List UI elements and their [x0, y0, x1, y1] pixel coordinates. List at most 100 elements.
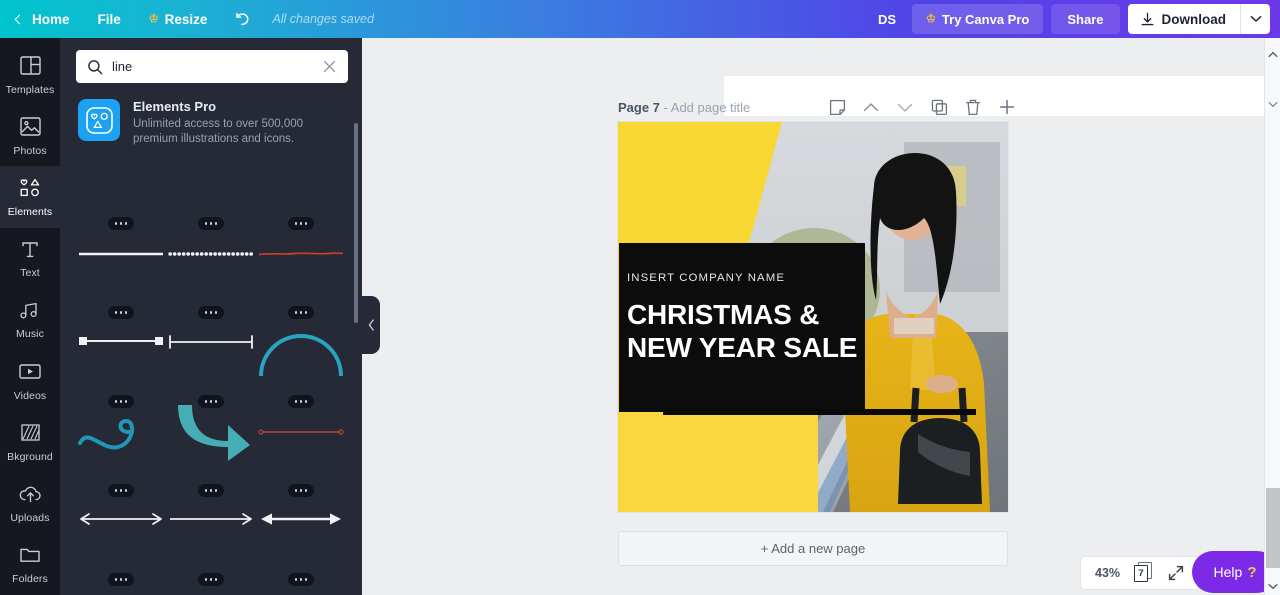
sidebar-label: Templates — [5, 83, 55, 96]
search-input[interactable] — [112, 59, 312, 74]
search-box[interactable] — [76, 50, 348, 83]
top-toolbar: Home File ♔ Resize All changes saved DS … — [0, 0, 1280, 38]
element-thumbnail — [168, 245, 254, 263]
page-count-button[interactable]: 7 — [1134, 561, 1153, 583]
element-thumbnail — [78, 512, 164, 531]
zoom-level[interactable]: 43% — [1095, 566, 1120, 580]
sidebar-label: Videos — [13, 389, 47, 402]
scroll-up-icon[interactable] — [1265, 46, 1280, 62]
move-down-icon[interactable] — [896, 98, 914, 116]
elements-pro-icon — [78, 99, 120, 141]
element-right-arrow-line[interactable] — [166, 460, 256, 549]
download-button[interactable]: Download — [1127, 4, 1240, 34]
sidebar-item-videos[interactable]: Videos — [0, 350, 60, 411]
more-options-button[interactable] — [198, 306, 224, 319]
undo-arrow-icon — [236, 12, 249, 25]
help-question-icon: ? — [1247, 563, 1257, 581]
sidebar-item-folders[interactable]: Folders — [0, 534, 60, 595]
more-options-button[interactable] — [288, 306, 314, 319]
sidebar-item-elements[interactable]: Elements — [0, 166, 60, 228]
delete-icon[interactable] — [964, 98, 982, 116]
sidebar-item-templates[interactable]: Templates — [0, 44, 60, 105]
scroll-down-icon[interactable] — [1265, 96, 1280, 112]
element-teal-arc-line[interactable] — [256, 282, 346, 377]
add-page-icon[interactable] — [998, 98, 1016, 116]
element-bracket-dimension-line[interactable] — [166, 282, 256, 371]
element-thin-red-line[interactable] — [256, 371, 346, 460]
headline-line-2: NEW YEAR SALE — [627, 332, 858, 363]
scroll-down-bottom-icon[interactable] — [1265, 578, 1280, 594]
page-count-value: 7 — [1134, 564, 1149, 582]
headline-line-1: CHRISTMAS & — [627, 299, 820, 330]
uploads-icon — [18, 482, 42, 506]
element-thumbnail — [78, 413, 164, 462]
headline-block[interactable]: INSERT COMPANY NAME CHRISTMAS & NEW YEAR… — [619, 243, 865, 412]
clear-search-button[interactable] — [321, 58, 338, 75]
page-title-row[interactable]: Page 7 - Add page title — [618, 100, 750, 115]
more-options-button[interactable] — [288, 484, 314, 497]
more-options-button[interactable] — [108, 217, 134, 230]
element-single-arrow-line[interactable] — [76, 549, 166, 595]
more-options-button[interactable] — [198, 484, 224, 497]
element-thumbnail — [168, 334, 254, 355]
try-canva-pro-button[interactable]: ♔ Try Canva Pro — [912, 4, 1044, 34]
element-dotted-gradient-line[interactable] — [166, 549, 256, 595]
notes-icon[interactable] — [828, 98, 846, 116]
more-options-button[interactable] — [108, 395, 134, 408]
results-row — [76, 282, 346, 377]
resize-button[interactable]: ♔ Resize — [135, 0, 222, 38]
more-options-button[interactable] — [108, 484, 134, 497]
duplicate-icon[interactable] — [930, 98, 948, 116]
results-row — [76, 549, 346, 595]
sidebar-label: Text — [20, 267, 40, 280]
more-options-button[interactable] — [288, 217, 314, 230]
more-options-button[interactable] — [198, 573, 224, 586]
element-thumbnail — [168, 403, 254, 466]
search-area — [60, 38, 362, 83]
expand-icon[interactable] — [1167, 564, 1185, 582]
elements-pro-promo[interactable]: Elements Pro Unlimited access to over 50… — [60, 83, 362, 147]
element-teal-swirl-line[interactable] — [76, 371, 166, 460]
user-avatar[interactable]: DS — [862, 12, 912, 27]
element-circle-endpoint-line[interactable] — [256, 549, 346, 595]
element-thumbnail — [258, 512, 344, 531]
more-options-button[interactable] — [198, 217, 224, 230]
element-double-headed-arrow[interactable] — [76, 460, 166, 549]
sidebar-item-photos[interactable]: Photos — [0, 105, 60, 166]
sidebar-item-bkground[interactable]: Bkground — [0, 411, 60, 472]
element-red-sketch-line[interactable] — [256, 193, 346, 282]
element-solid-line[interactable] — [76, 193, 166, 282]
more-options-button[interactable] — [288, 395, 314, 408]
sidebar-item-uploads[interactable]: Uploads — [0, 473, 60, 534]
results-row — [76, 371, 346, 461]
move-up-icon[interactable] — [862, 98, 880, 116]
try-pro-label: Try Canva Pro — [941, 11, 1030, 27]
element-square-endpoint-line[interactable] — [76, 282, 166, 371]
more-options-button[interactable] — [288, 573, 314, 586]
close-icon — [323, 60, 336, 73]
promo-title: Elements Pro — [133, 99, 217, 114]
sidebar-item-text[interactable]: Text — [0, 228, 60, 289]
element-teal-curved-arrow[interactable] — [166, 371, 256, 461]
add-new-page-button[interactable]: + Add a new page — [618, 531, 1008, 566]
scrollbar-thumb[interactable] — [1266, 488, 1280, 568]
download-options-button[interactable] — [1240, 4, 1270, 34]
element-dotted-line[interactable] — [166, 193, 256, 282]
share-button[interactable]: Share — [1051, 4, 1120, 34]
download-label: Download — [1161, 11, 1227, 27]
collapse-panel-button[interactable] — [362, 296, 380, 354]
file-menu-button[interactable]: File — [84, 0, 135, 38]
sidebar-item-music[interactable]: Music — [0, 289, 60, 350]
more-options-button[interactable] — [108, 306, 134, 319]
panel-scrollbar[interactable] — [354, 123, 358, 323]
download-group: Download — [1127, 4, 1270, 34]
element-bold-double-arrow[interactable] — [256, 460, 346, 549]
templates-icon — [18, 54, 42, 78]
download-icon — [1141, 12, 1153, 25]
more-options-button[interactable] — [108, 573, 134, 586]
stage-scrollbar[interactable] — [1264, 38, 1280, 595]
design-page[interactable]: INSERT COMPANY NAME CHRISTMAS & NEW YEAR… — [618, 122, 1008, 512]
undo-button[interactable] — [221, 11, 264, 28]
home-button[interactable]: Home — [0, 0, 84, 38]
element-thumbnail — [168, 512, 254, 531]
